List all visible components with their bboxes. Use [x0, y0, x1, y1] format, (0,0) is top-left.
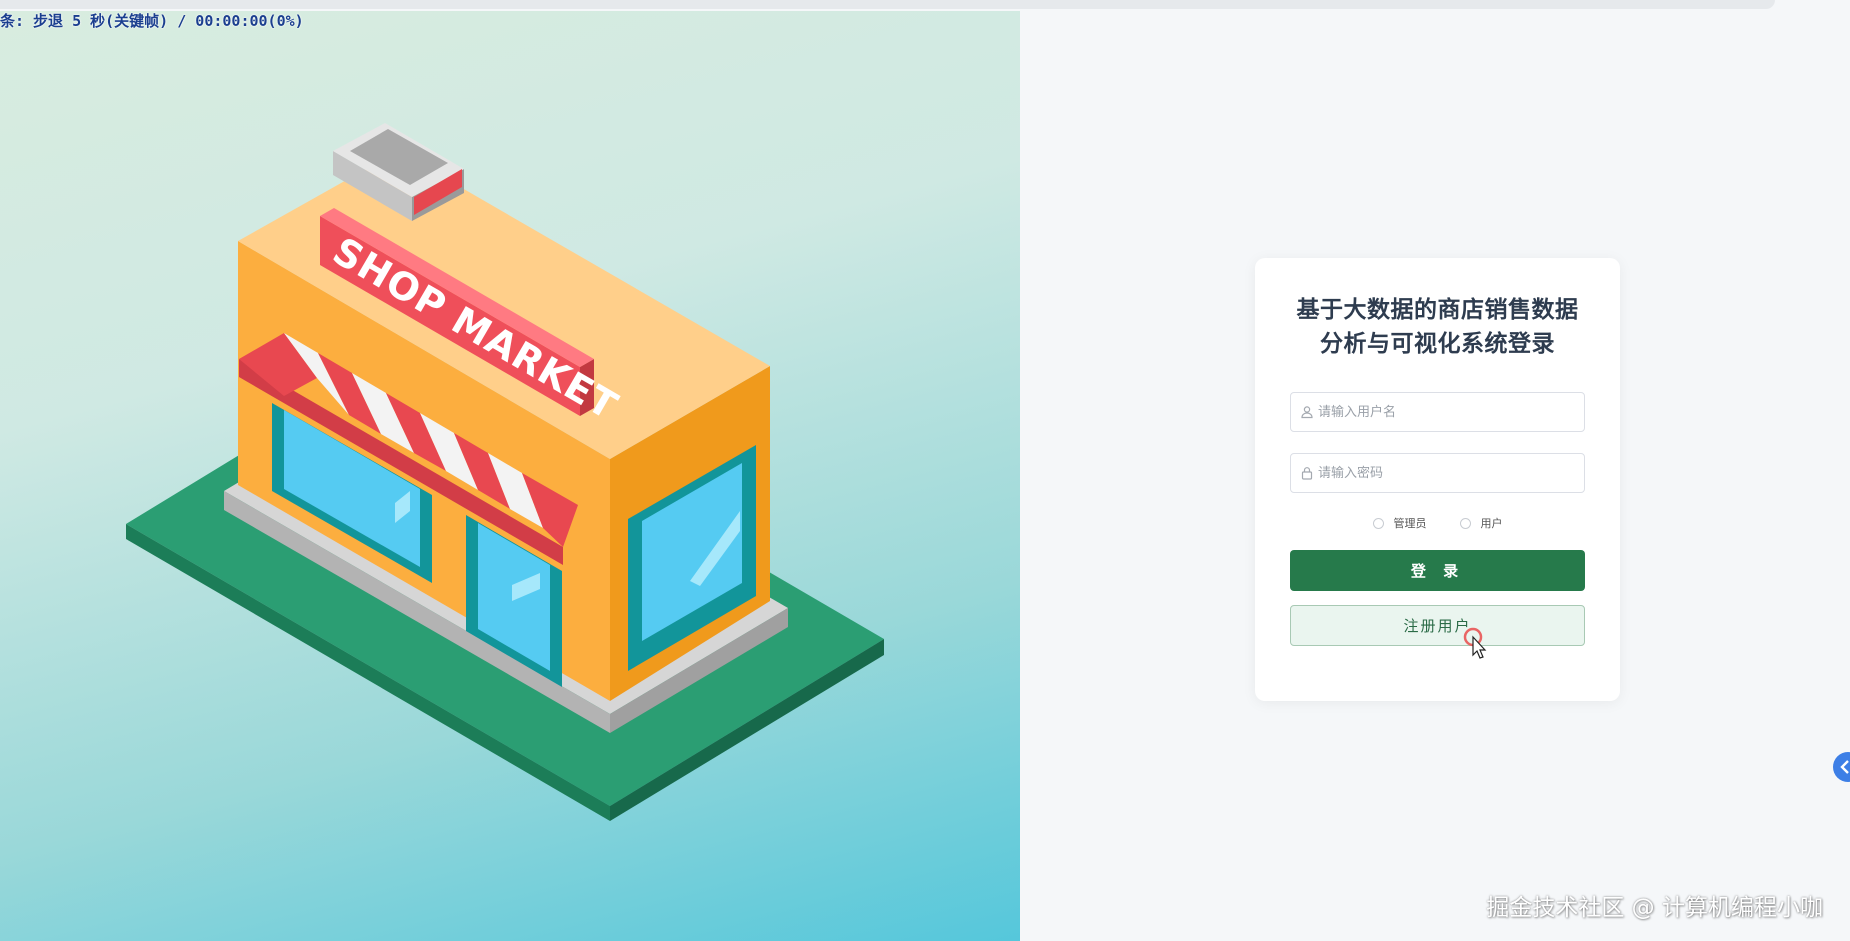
watermark: 掘金技术社区 @ 计算机编程小咖	[1486, 895, 1823, 921]
player-status-overlay: 条: 步退 5 秒(关键帧) / 00:00:00(0%)	[0, 12, 304, 30]
password-input[interactable]	[1318, 454, 1580, 492]
radio-circle-icon[interactable]	[1372, 517, 1384, 529]
mouse-cursor-icon	[1463, 627, 1487, 659]
password-field[interactable]	[1290, 453, 1585, 493]
role-radio-group: 管理员 用户	[1255, 512, 1620, 534]
login-title: 基于大数据的商店销售数据 分析与可视化系统登录	[1285, 293, 1590, 361]
radio-circle-icon[interactable]	[1459, 517, 1471, 529]
login-button[interactable]: 登 录	[1290, 550, 1585, 591]
role-user-radio[interactable]: 用户	[1459, 512, 1503, 534]
top-scroll-strip	[0, 0, 1775, 9]
sidebar-toggle-button[interactable]	[1833, 752, 1850, 782]
hero-panel: SHOP MARKET	[0, 11, 1020, 941]
shop-illustration: SHOP MARKET	[126, 123, 884, 821]
register-button[interactable]: 注册用户	[1290, 605, 1585, 646]
chevron-left-icon	[1840, 760, 1849, 774]
username-input[interactable]	[1318, 393, 1580, 431]
login-card: 基于大数据的商店销售数据 分析与可视化系统登录 管理员 用户 登 录 注册用户	[1255, 258, 1620, 701]
role-user-label: 用户	[1480, 517, 1503, 530]
role-admin-label: 管理员	[1393, 517, 1427, 530]
login-title-line-2: 分析与可视化系统登录	[1320, 331, 1555, 357]
login-title-line-1: 基于大数据的商店销售数据	[1296, 297, 1579, 323]
username-field[interactable]	[1290, 392, 1585, 432]
user-icon	[1301, 406, 1313, 419]
role-admin-radio[interactable]: 管理员	[1372, 512, 1427, 534]
lock-icon	[1301, 467, 1313, 480]
